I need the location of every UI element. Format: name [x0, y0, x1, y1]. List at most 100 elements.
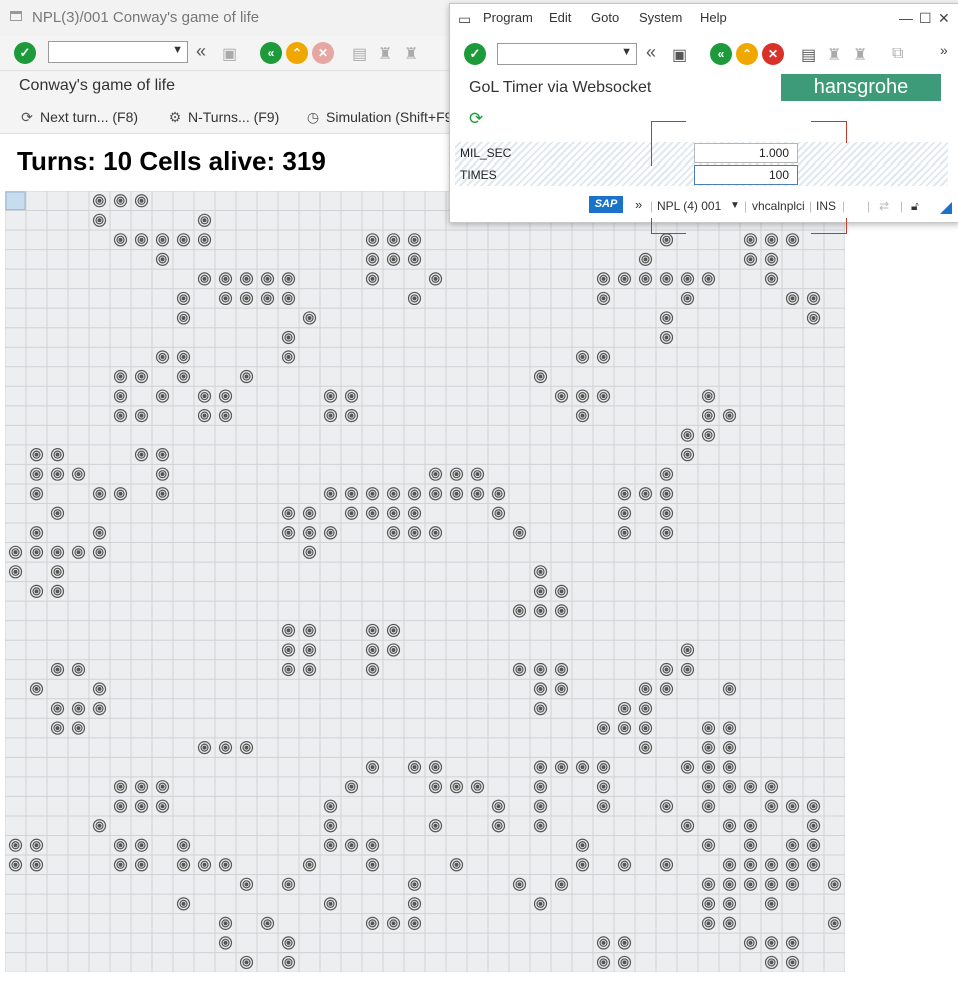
spiral-cell-icon[interactable]	[29, 448, 44, 462]
command-field[interactable]: ▼	[48, 41, 188, 63]
simulation-button[interactable]: ◷ Simulation (Shift+F9	[305, 109, 453, 126]
spiral-cell-icon[interactable]	[533, 604, 548, 618]
spiral-cell-icon[interactable]	[386, 526, 401, 540]
spiral-cell-icon[interactable]	[617, 487, 632, 501]
spiral-cell-icon[interactable]	[596, 272, 611, 286]
spiral-cell-icon[interactable]	[176, 858, 191, 872]
spiral-cell-icon[interactable]	[92, 701, 107, 716]
spiral-cell-icon[interactable]	[302, 858, 317, 872]
spiral-cell-icon[interactable]	[617, 272, 632, 286]
spiral-cell-icon[interactable]	[302, 311, 317, 325]
spiral-cell-icon[interactable]	[470, 780, 485, 794]
spiral-cell-icon[interactable]	[554, 662, 569, 677]
spiral-cell-icon[interactable]	[701, 838, 716, 852]
spiral-cell-icon[interactable]	[155, 233, 170, 247]
find-icon[interactable]: ♜	[378, 44, 392, 64]
spiral-cell-icon[interactable]	[281, 272, 296, 286]
spiral-cell-icon[interactable]	[575, 350, 590, 364]
check-icon[interactable]: ✓	[14, 42, 36, 64]
window-menu-icon[interactable]	[10, 11, 22, 21]
spiral-cell-icon[interactable]	[92, 682, 107, 696]
spiral-cell-icon[interactable]	[617, 721, 632, 735]
spiral-cell-icon[interactable]	[806, 799, 821, 813]
spiral-cell-icon[interactable]	[134, 194, 149, 208]
spiral-cell-icon[interactable]	[806, 311, 821, 325]
spiral-cell-icon[interactable]	[134, 838, 149, 852]
back-icon[interactable]: «	[710, 43, 732, 65]
cancel-icon[interactable]: ✕	[312, 42, 334, 64]
spiral-cell-icon[interactable]	[386, 643, 401, 657]
maximize-icon[interactable]: ☐	[919, 10, 932, 27]
spiral-cell-icon[interactable]	[302, 526, 317, 540]
spiral-cell-icon[interactable]	[281, 955, 296, 970]
menu-program[interactable]: Program	[483, 10, 533, 25]
spiral-cell-icon[interactable]	[239, 369, 254, 384]
spiral-cell-icon[interactable]	[533, 799, 548, 813]
spiral-cell-icon[interactable]	[323, 389, 338, 403]
spiral-cell-icon[interactable]	[407, 760, 422, 774]
spiral-cell-icon[interactable]	[743, 838, 758, 852]
grid-canvas[interactable]	[5, 191, 845, 972]
spiral-cell-icon[interactable]	[71, 701, 86, 716]
spiral-cell-icon[interactable]	[638, 252, 653, 266]
spiral-cell-icon[interactable]	[113, 369, 128, 384]
spiral-cell-icon[interactable]	[743, 858, 758, 872]
spiral-cell-icon[interactable]	[344, 838, 359, 852]
spiral-cell-icon[interactable]	[785, 936, 800, 950]
spiral-cell-icon[interactable]	[680, 819, 695, 833]
spiral-cell-icon[interactable]	[29, 838, 44, 852]
spiral-cell-icon[interactable]	[239, 741, 254, 755]
spiral-cell-icon[interactable]	[722, 858, 737, 872]
find-next-icon[interactable]: ♜	[404, 44, 418, 64]
spiral-cell-icon[interactable]	[533, 760, 548, 774]
spiral-cell-icon[interactable]	[302, 623, 317, 638]
spiral-cell-icon[interactable]	[764, 799, 779, 813]
save-icon[interactable]: ▣	[672, 45, 687, 65]
spiral-cell-icon[interactable]	[701, 408, 716, 423]
spiral-cell-icon[interactable]	[428, 272, 443, 286]
spiral-cell-icon[interactable]	[155, 252, 170, 266]
spiral-cell-icon[interactable]	[302, 662, 317, 677]
spiral-cell-icon[interactable]	[8, 545, 23, 559]
spiral-cell-icon[interactable]	[8, 565, 23, 579]
spiral-cell-icon[interactable]	[239, 272, 254, 286]
spiral-cell-icon[interactable]	[344, 408, 359, 423]
spiral-cell-icon[interactable]	[344, 506, 359, 520]
spiral-cell-icon[interactable]	[50, 448, 65, 462]
spiral-cell-icon[interactable]	[764, 877, 779, 891]
spiral-cell-icon[interactable]	[113, 408, 128, 423]
spiral-cell-icon[interactable]	[575, 389, 590, 403]
spiral-cell-icon[interactable]	[470, 467, 485, 481]
spiral-cell-icon[interactable]	[512, 877, 527, 891]
spiral-cell-icon[interactable]	[407, 526, 422, 540]
spiral-cell-icon[interactable]	[701, 916, 716, 930]
spiral-cell-icon[interactable]	[113, 858, 128, 872]
spiral-cell-icon[interactable]	[365, 233, 380, 247]
spiral-cell-icon[interactable]	[617, 506, 632, 520]
spiral-cell-icon[interactable]	[365, 916, 380, 930]
spiral-cell-icon[interactable]	[239, 955, 254, 970]
spiral-cell-icon[interactable]	[428, 819, 443, 833]
spiral-cell-icon[interactable]	[533, 662, 548, 677]
spiral-cell-icon[interactable]	[155, 350, 170, 364]
spiral-cell-icon[interactable]	[533, 897, 548, 911]
spiral-cell-icon[interactable]	[701, 897, 716, 911]
spiral-cell-icon[interactable]	[596, 350, 611, 364]
spiral-cell-icon[interactable]	[512, 662, 527, 677]
spiral-cell-icon[interactable]	[113, 838, 128, 852]
spiral-cell-icon[interactable]	[827, 877, 842, 891]
spiral-cell-icon[interactable]	[218, 936, 233, 950]
spiral-cell-icon[interactable]	[785, 858, 800, 872]
spiral-cell-icon[interactable]	[470, 487, 485, 501]
spiral-cell-icon[interactable]	[407, 487, 422, 501]
spiral-cell-icon[interactable]	[176, 838, 191, 852]
print-icon[interactable]: ▤	[801, 45, 816, 65]
spiral-cell-icon[interactable]	[323, 526, 338, 540]
spiral-cell-icon[interactable]	[533, 369, 548, 384]
spiral-cell-icon[interactable]	[113, 799, 128, 813]
spiral-cell-icon[interactable]	[281, 350, 296, 364]
spiral-cell-icon[interactable]	[50, 565, 65, 579]
spiral-cell-icon[interactable]	[575, 408, 590, 423]
spiral-cell-icon[interactable]	[680, 448, 695, 462]
minimize-icon[interactable]: —	[899, 10, 913, 26]
